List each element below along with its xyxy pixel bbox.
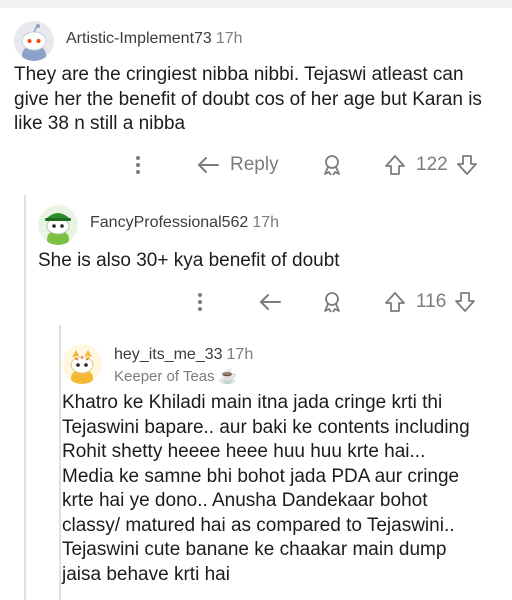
comment-age: 17h [215,30,243,47]
reply-arrow-icon [260,294,281,310]
more-vertical-icon [198,293,202,311]
award-icon [324,155,340,176]
avatar[interactable] [38,205,78,245]
reply-button[interactable] [258,287,282,317]
downvote-arrow-icon[interactable] [456,153,478,177]
more-vertical-icon [136,156,140,174]
author-line[interactable]: Artistic-Implement73 17h [66,30,243,48]
upvote-arrow-icon[interactable] [384,153,406,177]
avatar[interactable] [14,21,54,61]
avatar[interactable] [62,344,102,384]
award-button[interactable] [320,150,344,180]
award-button[interactable] [320,287,344,317]
reply-button[interactable]: Reply [196,150,279,180]
vote-controls: 116 [384,287,476,317]
award-icon [324,292,340,313]
comment-body: They are the cringiest nibba nibbi. Teja… [14,64,482,134]
upvote-arrow-icon[interactable] [384,290,406,314]
snoo-avatar-icon [14,21,54,61]
author-line[interactable]: hey_its_me_33 17h [114,346,253,364]
vote-controls: 122 [384,150,478,180]
author-name[interactable]: hey_its_me_33 [114,346,223,363]
user-flair: Keeper of Teas ☕ [114,368,238,385]
vote-count: 116 [416,291,447,312]
more-options-button[interactable] [192,287,208,317]
comment-age: 17h [226,346,254,363]
author-name[interactable]: Artistic-Implement73 [66,30,212,47]
snoo-avatar-icon [38,205,78,245]
comment-age: 17h [252,214,280,231]
top-divider [0,0,512,8]
reply-arrow-icon [198,157,219,173]
reply-label: Reply [230,154,279,175]
author-name[interactable]: FancyProfessional562 [90,214,248,231]
author-line[interactable]: FancyProfessional562 17h [90,214,279,232]
thread-line[interactable] [59,325,61,600]
more-options-button[interactable] [130,150,146,180]
thread-line[interactable] [24,195,26,600]
vote-count: 122 [416,154,448,175]
snoo-avatar-icon [62,344,102,384]
comment-body: Khatro ke Khiladi main itna jada cringe … [62,392,470,585]
comment-body: She is also 30+ kya benefit of doubt [38,250,340,271]
downvote-arrow-icon[interactable] [454,290,476,314]
